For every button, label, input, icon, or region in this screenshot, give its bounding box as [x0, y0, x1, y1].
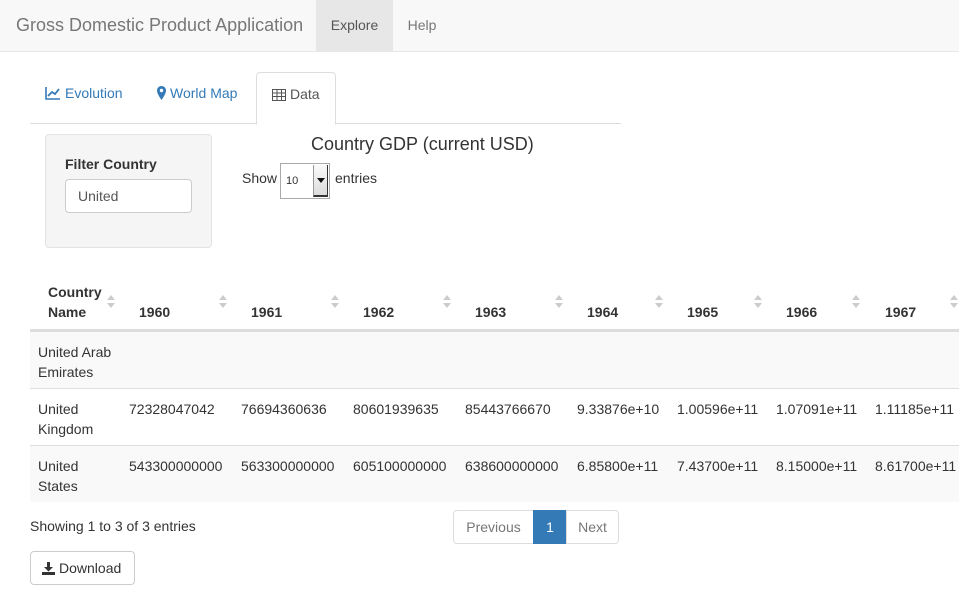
entries-label: entries [335, 170, 378, 186]
column-header-country-name[interactable]: Country Name [48, 282, 108, 322]
table-cell: 9.33876e+10 [577, 401, 660, 417]
entries-select-value: 10 [286, 175, 299, 187]
table-row[interactable]: United States 543300000000 563300000000 … [30, 445, 959, 502]
filter-panel: Filter Country United [45, 134, 212, 248]
show-label: Show [242, 170, 278, 186]
table-cell: 563300000000 [241, 458, 335, 474]
tab-bar: Evolution World Map Data [30, 72, 621, 125]
table-cell: 85443766670 [465, 401, 551, 417]
column-header-1967[interactable]: 1967 [885, 302, 916, 322]
column-header-label: Country Name [48, 284, 102, 320]
app-brand[interactable]: Gross Domestic Product Application [16, 15, 303, 36]
download-label: Download [59, 560, 122, 576]
column-header-1962[interactable]: 1962 [363, 302, 394, 322]
tab-data[interactable]: Data [256, 72, 336, 125]
download-button[interactable]: Download [30, 551, 135, 585]
download-icon [42, 562, 55, 575]
table-cell: 76694360636 [241, 401, 327, 417]
table-cell: 80601939635 [353, 401, 439, 417]
sort-icon[interactable] [107, 294, 115, 310]
filter-country-label: Filter Country [65, 156, 157, 172]
next-page-button[interactable]: Next [566, 510, 619, 544]
table-cell: 543300000000 [129, 458, 223, 474]
sort-icon[interactable] [655, 294, 663, 310]
sort-icon[interactable] [219, 294, 227, 310]
sort-icon[interactable] [331, 294, 339, 310]
table-cell: 638600000000 [465, 458, 559, 474]
sort-icon[interactable] [950, 294, 958, 310]
previous-page-button[interactable]: Previous [453, 510, 534, 544]
table-cell: 8.61700e+11 [875, 458, 957, 474]
table-cell: 1.11185e+11 [875, 401, 955, 417]
sort-icon[interactable] [443, 294, 451, 310]
tab-evolution[interactable]: Evolution [30, 72, 138, 124]
cell-country-name: United Kingdom [38, 401, 94, 437]
entries-select[interactable]: 10 [280, 163, 330, 199]
table-cell: 6.85800e+11 [577, 458, 659, 474]
tab-evolution-label: Evolution [65, 85, 123, 101]
column-header-1965[interactable]: 1965 [687, 302, 718, 322]
page-1-button[interactable]: 1 [533, 510, 567, 544]
table-row[interactable]: United Arab Emirates [30, 331, 959, 388]
nav-help[interactable]: Help [393, 0, 451, 51]
column-header-1961[interactable]: 1961 [251, 302, 282, 322]
table-cell: 1.00596e+11 [677, 401, 759, 417]
navbar: Gross Domestic Product Application Explo… [0, 0, 959, 52]
table-icon [272, 89, 286, 101]
tab-data-label: Data [290, 86, 320, 102]
column-header-1960[interactable]: 1960 [139, 302, 170, 322]
table-cell: 605100000000 [353, 458, 447, 474]
table-info: Showing 1 to 3 of 3 entries [30, 518, 196, 534]
sort-icon[interactable] [754, 294, 762, 310]
table-cell: 72328047042 [129, 401, 215, 417]
table-cell: 8.15000e+11 [776, 458, 858, 474]
table-cell: 7.43700e+11 [677, 458, 759, 474]
column-header-1964[interactable]: 1964 [587, 302, 618, 322]
tab-world-map-label: World Map [170, 85, 238, 101]
sort-icon[interactable] [852, 294, 860, 310]
line-chart-icon [45, 87, 60, 100]
table-cell: 1.07091e+11 [776, 401, 858, 417]
table-row[interactable]: United Kingdom 72328047042 76694360636 8… [30, 388, 959, 445]
cell-country-name: United States [38, 458, 79, 494]
tab-world-map[interactable]: World Map [142, 72, 252, 124]
table-title: Country GDP (current USD) [311, 134, 534, 154]
chevron-down-icon[interactable] [313, 165, 328, 197]
nav-explore[interactable]: Explore [316, 0, 393, 51]
table-header: Country Name 1960 1961 1962 1963 1964 19… [30, 272, 959, 331]
filter-country-input[interactable]: United [65, 179, 192, 213]
column-header-1963[interactable]: 1963 [475, 302, 506, 322]
sort-icon[interactable] [555, 294, 563, 310]
cell-country-name: United Arab Emirates [38, 344, 112, 380]
column-header-1966[interactable]: 1966 [786, 302, 817, 322]
map-marker-icon [157, 86, 166, 100]
